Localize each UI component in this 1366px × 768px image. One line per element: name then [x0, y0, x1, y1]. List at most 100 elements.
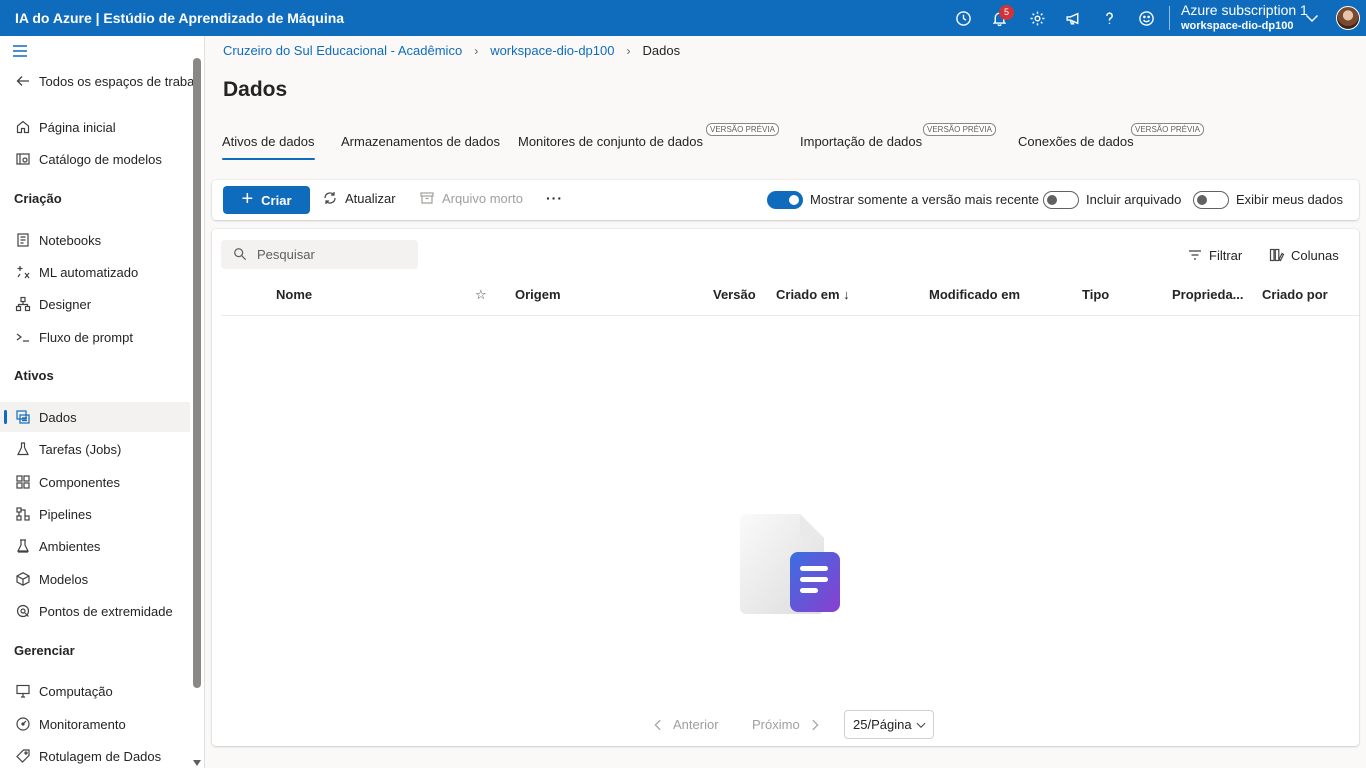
sidebar-item-environments[interactable]: Ambientes — [0, 531, 190, 561]
breadcrumb-workspace[interactable]: workspace-dio-dp100 — [490, 43, 614, 58]
sidebar-item-components[interactable]: Componentes — [0, 467, 190, 497]
search-input[interactable] — [257, 240, 412, 269]
sidebar-item-model-catalog[interactable]: Catálogo de modelos — [0, 144, 190, 174]
archive-button[interactable]: Arquivo morto — [419, 190, 523, 206]
column-header-type[interactable]: Tipo — [1082, 287, 1109, 302]
columns-button[interactable]: Colunas — [1269, 247, 1339, 263]
tab-data-assets[interactable]: Ativos de dados — [222, 124, 315, 160]
app-title[interactable]: IA do Azure | Estúdio de Aprendizado de … — [15, 10, 344, 26]
compute-icon — [15, 683, 31, 699]
refresh-button[interactable]: Atualizar — [322, 190, 396, 206]
include-archived-toggle[interactable] — [1043, 191, 1079, 209]
page-title: Dados — [223, 78, 288, 101]
columns-icon — [1269, 248, 1285, 262]
sidebar-item-label: Modelos — [39, 571, 89, 587]
column-header-created-by[interactable]: Criado por — [1262, 287, 1328, 302]
megaphone-icon[interactable] — [1063, 8, 1083, 28]
tab-label: Importação de dados — [800, 134, 923, 149]
monitor-icon — [15, 716, 31, 732]
workspace-name[interactable]: workspace-dio-dp100 — [1181, 20, 1293, 32]
toggle-knob — [789, 195, 799, 205]
back-to-workspaces[interactable]: Todos os espaços de trabal — [0, 66, 197, 96]
my-data-toggle[interactable] — [1193, 191, 1229, 209]
sidebar-item-prompt-flow[interactable]: Fluxo de prompt — [0, 322, 190, 352]
tab-data-connections[interactable]: Conexões de dados — [1018, 124, 1134, 160]
sidebar-item-label: Rotulagem de Dados — [39, 748, 162, 764]
sidebar-item-data[interactable]: Dados — [0, 402, 190, 432]
column-header-source[interactable]: Origem — [515, 287, 561, 302]
sidebar-item-automl[interactable]: ML automatizado — [0, 257, 190, 287]
archive-icon — [420, 192, 434, 204]
create-button[interactable]: + Criar — [223, 186, 310, 214]
top-bar: IA do Azure | Estúdio de Aprendizado de … — [0, 0, 1366, 36]
previous-page-button[interactable]: Anterior — [651, 717, 719, 732]
sidebar-item-label: Fluxo de prompt — [39, 329, 133, 345]
chevron-down-icon[interactable] — [1304, 10, 1320, 26]
toggle-knob — [1197, 195, 1207, 205]
next-page-button[interactable]: Próximo — [752, 717, 822, 732]
sidebar-item-label: Designer — [39, 296, 92, 312]
scroll-down-arrow-icon[interactable] — [193, 760, 201, 766]
scrollbar-thumb[interactable] — [193, 58, 201, 688]
plus-icon: + — [241, 188, 254, 210]
sidebar-item-data-labeling[interactable]: Rotulagem de Dados — [0, 741, 190, 768]
sidebar-item-jobs[interactable]: Tarefas (Jobs) — [0, 434, 190, 464]
latest-version-toggle[interactable] — [767, 191, 803, 209]
sidebar-item-label: ML automatizado — [39, 264, 139, 280]
feedback-smiley-icon[interactable] — [1136, 8, 1156, 28]
section-title-authoring: Criação — [14, 191, 62, 206]
sidebar-item-endpoints[interactable]: Pontos de extremidade — [0, 596, 190, 626]
breadcrumb-organization[interactable]: Cruzeiro do Sul Educacional - Acadêmico — [223, 43, 462, 58]
preview-badge: VERSÃO PRÉVIA — [923, 123, 996, 136]
subscription-name[interactable]: Azure subscription 1 — [1181, 2, 1308, 18]
sidebar-item-home[interactable]: Página inicial — [0, 112, 190, 142]
star-icon[interactable]: ☆ — [475, 287, 487, 303]
tab-data-import[interactable]: Importação de dados — [800, 124, 922, 160]
bell-icon[interactable]: 5 — [989, 5, 1014, 28]
tab-datastores[interactable]: Armazenamentos de dados — [341, 124, 500, 160]
search-box[interactable] — [221, 240, 418, 269]
column-header-version[interactable]: Versão — [713, 287, 756, 302]
sidebar-item-designer[interactable]: Designer — [0, 289, 190, 319]
column-header-created-on[interactable]: Criado em ↓ — [776, 287, 850, 302]
column-header-name[interactable]: Nome — [276, 287, 312, 302]
hamburger-menu-icon[interactable] — [12, 44, 28, 58]
section-title-assets: Ativos — [14, 368, 54, 383]
archive-label: Arquivo morto — [442, 190, 523, 206]
sidebar-item-models[interactable]: Modelos — [0, 564, 190, 594]
chevron-right-icon — [812, 719, 819, 730]
sidebar-item-label: Catálogo de modelos — [39, 151, 162, 167]
sidebar-scrollbar[interactable] — [192, 50, 202, 768]
column-header-properties[interactable]: Proprieda... — [1172, 287, 1244, 302]
page-size-dropdown[interactable]: 25/Página — [844, 710, 934, 739]
next-label: Próximo — [752, 717, 800, 732]
columns-label: Colunas — [1291, 247, 1339, 263]
sidebar-item-label: Computação — [39, 683, 113, 699]
sidebar-item-monitoring[interactable]: Monitoramento — [0, 709, 190, 739]
sidebar: Todos os espaços de trabal Página inicia… — [0, 36, 205, 768]
pipelines-icon — [15, 506, 31, 522]
back-label: Todos os espaços de trabal — [39, 73, 198, 89]
sidebar-item-compute[interactable]: Computação — [0, 676, 190, 706]
chevron-right-icon: › — [474, 43, 479, 58]
sidebar-item-label: Pipelines — [39, 506, 92, 522]
sidebar-item-label: Ambientes — [39, 538, 101, 554]
sidebar-item-label: Pontos de extremidade — [39, 603, 173, 619]
preview-badge: VERSÃO PRÉVIA — [1131, 123, 1204, 136]
column-header-modified-on[interactable]: Modificado em — [929, 287, 1020, 302]
empty-state-document-icon — [740, 510, 844, 614]
tab-active-indicator — [222, 158, 315, 160]
gear-icon[interactable] — [1027, 8, 1047, 28]
home-icon — [15, 119, 31, 135]
chevron-left-icon — [654, 719, 661, 730]
help-icon[interactable] — [1099, 8, 1119, 28]
more-options-icon[interactable]: ··· — [546, 190, 563, 206]
sidebar-item-pipelines[interactable]: Pipelines — [0, 499, 190, 529]
sidebar-item-label: Tarefas (Jobs) — [39, 441, 122, 457]
sidebar-item-notebooks[interactable]: Notebooks — [0, 225, 190, 255]
avatar[interactable] — [1336, 6, 1360, 30]
history-icon[interactable] — [953, 8, 973, 28]
flask-icon — [15, 441, 31, 457]
filter-button[interactable]: Filtrar — [1187, 247, 1242, 263]
tab-dataset-monitors[interactable]: Monitores de conjunto de dados — [518, 124, 703, 160]
